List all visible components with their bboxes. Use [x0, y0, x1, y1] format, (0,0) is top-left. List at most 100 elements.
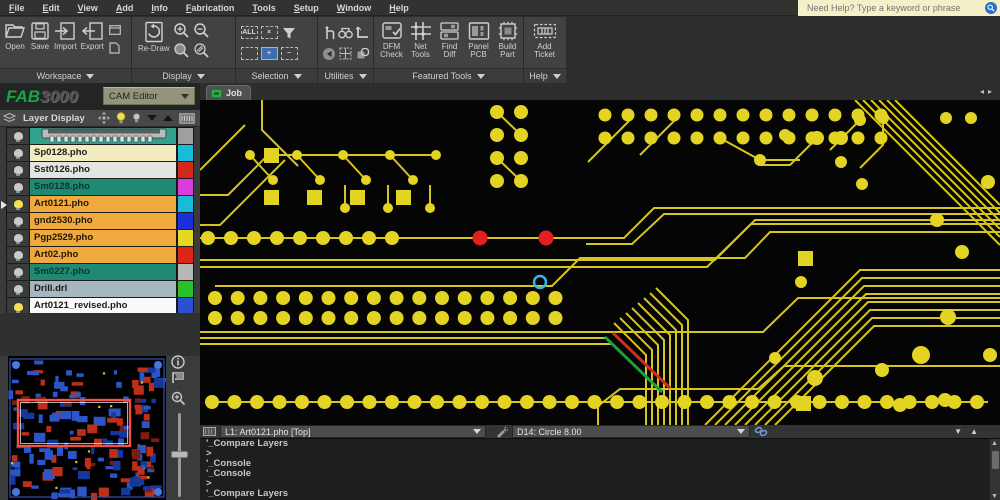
thumbnail-zoom-slider-handle[interactable] — [171, 451, 188, 458]
layer-row-preview[interactable] — [7, 128, 193, 145]
console-collapse-arrows[interactable]: ▼▲ — [954, 427, 986, 436]
menu-tools[interactable]: Tools — [243, 0, 284, 16]
zoom-in-icon[interactable] — [173, 22, 191, 38]
layer-row[interactable]: gnd2530.pho — [7, 213, 193, 230]
panel-pcb-button[interactable]: Panel PCB — [464, 20, 493, 60]
help-dropdown[interactable]: Help — [524, 69, 566, 83]
layer-visibility-bulb-icon[interactable] — [13, 268, 23, 278]
active-dcode-selector[interactable]: D14: Circle 8.00 — [512, 425, 750, 438]
zoom-all-icon[interactable] — [193, 42, 211, 58]
command-console[interactable]: '_Compare Layers > '_Console '_Console >… — [200, 438, 1000, 500]
mode-selector[interactable]: CAM Editor — [103, 87, 195, 105]
import-button[interactable]: Import — [52, 20, 79, 52]
layer-visibility-bulb-icon[interactable] — [13, 166, 23, 176]
tab-job[interactable]: Job — [206, 85, 252, 100]
layer-color-swatch[interactable] — [176, 264, 193, 280]
save-button[interactable]: Save — [28, 20, 52, 52]
layer-visibility-bulb-icon[interactable] — [13, 251, 23, 261]
board-chip-icon[interactable] — [179, 112, 195, 124]
new-document-icon[interactable] — [106, 40, 124, 56]
selection-dropdown[interactable]: Selection — [236, 69, 318, 83]
export-button[interactable]: Export — [79, 20, 106, 52]
menu-file[interactable]: File — [0, 0, 34, 16]
window-select-button[interactable] — [240, 47, 258, 60]
layer-color-swatch[interactable] — [176, 179, 193, 195]
find-diff-button[interactable]: Find Diff — [435, 20, 464, 60]
search-icon[interactable] — [985, 2, 997, 14]
menu-help[interactable]: Help — [380, 0, 418, 16]
shapes-stamp-icon[interactable] — [354, 46, 372, 62]
grid-icon[interactable] — [337, 46, 355, 62]
zoom-window-icon[interactable] — [173, 42, 191, 58]
redraw-button[interactable]: Re-Draw — [136, 20, 172, 54]
layer-visibility-bulb-icon[interactable] — [13, 217, 23, 227]
select-all-button[interactable]: ALL — [240, 26, 258, 39]
layer-row[interactable]: Sst0126.pho — [7, 162, 193, 179]
back-arrow-icon[interactable] — [320, 46, 338, 62]
layer-color-swatch[interactable] — [176, 281, 193, 297]
net-tools-button[interactable]: Net Tools — [406, 20, 435, 60]
layer-row[interactable]: Sm0128.pho — [7, 179, 193, 196]
layer-visibility-bulb-icon[interactable] — [13, 302, 23, 313]
all-layers-on-icon[interactable] — [116, 112, 126, 124]
utilities-dropdown[interactable]: Utilities — [318, 69, 374, 83]
layer-visibility-bulb-icon[interactable] — [13, 183, 23, 193]
menu-window[interactable]: Window — [328, 0, 380, 16]
layer-color-swatch[interactable] — [176, 230, 193, 246]
active-layer-selector[interactable]: L1: Art0121.pho [Top] — [220, 425, 486, 438]
binoculars-icon[interactable] — [337, 25, 355, 41]
layer-color-swatch[interactable] — [176, 162, 193, 178]
new-window-icon[interactable] — [106, 22, 124, 38]
layer-visibility-bulb-icon[interactable] — [13, 149, 23, 159]
thumbnail-zoom-icon[interactable] — [171, 391, 186, 406]
measure-corner-icon[interactable] — [354, 25, 372, 41]
layer-color-swatch[interactable] — [176, 247, 193, 263]
help-search-input[interactable] — [805, 2, 985, 14]
scroll-up-icon[interactable]: ▲ — [991, 440, 998, 447]
layer-visibility-bulb-icon[interactable] — [13, 234, 23, 244]
console-scrollbar[interactable]: ▲ ▼ — [989, 439, 1000, 500]
link-icon[interactable] — [753, 426, 769, 438]
selection-filter-icon[interactable] — [280, 25, 298, 41]
menu-setup[interactable]: Setup — [285, 0, 328, 16]
deselect-all-button[interactable]: × — [260, 26, 278, 39]
remove-select-button[interactable]: − — [280, 47, 298, 60]
all-layers-off-icon[interactable] — [132, 112, 141, 124]
zoom-out-icon[interactable] — [193, 22, 211, 38]
menu-edit[interactable]: Edit — [34, 0, 69, 16]
layer-color-swatch[interactable] — [176, 128, 193, 144]
dfm-check-button[interactable]: DFM Check — [377, 20, 406, 60]
move-layer-down-icon[interactable] — [146, 115, 157, 121]
layer-color-swatch[interactable] — [176, 196, 193, 212]
board-overview-thumbnail[interactable] — [8, 356, 166, 500]
dcode-pick-icon[interactable] — [493, 426, 509, 438]
layer-visibility-bulb-icon[interactable] — [13, 132, 23, 142]
move-layer-up-icon[interactable] — [162, 115, 173, 121]
pan-flag-icon[interactable] — [171, 371, 185, 384]
open-button[interactable]: Open — [2, 20, 28, 52]
menu-view[interactable]: View — [69, 0, 107, 16]
menu-info[interactable]: Info — [142, 0, 177, 16]
layer-visibility-bulb-icon[interactable] — [13, 200, 23, 210]
workspace-dropdown[interactable]: Workspace — [0, 69, 132, 83]
add-ticket-button[interactable]: Add Ticket — [528, 20, 561, 60]
tab-scroll-arrows[interactable]: ◂▸ — [980, 87, 996, 96]
layer-row[interactable]: Drill.drl — [7, 281, 193, 298]
layer-color-swatch[interactable] — [176, 145, 193, 161]
pick-hand-icon[interactable] — [320, 25, 338, 41]
featured-tools-dropdown[interactable]: Featured Tools — [374, 69, 524, 83]
layer-row[interactable]: Pgp2529.pho — [7, 230, 193, 247]
info-icon[interactable] — [171, 355, 185, 369]
menu-fabrication[interactable]: Fabrication — [177, 0, 244, 16]
scrollbar-thumb[interactable] — [992, 451, 999, 469]
gerber-viewport[interactable] — [200, 100, 1000, 425]
scroll-down-icon[interactable]: ▼ — [991, 493, 998, 500]
layer-visibility-bulb-icon[interactable] — [13, 285, 23, 295]
layer-row[interactable]: Art02.pho — [7, 247, 193, 264]
layer-row[interactable]: Sp0128.pho — [7, 145, 193, 162]
display-dropdown[interactable]: Display — [132, 69, 236, 83]
add-select-button[interactable]: + — [260, 47, 278, 60]
build-part-button[interactable]: Build Part — [493, 20, 522, 60]
menu-add[interactable]: Add — [107, 0, 143, 16]
layer-row[interactable]: Sm0227.pho — [7, 264, 193, 281]
